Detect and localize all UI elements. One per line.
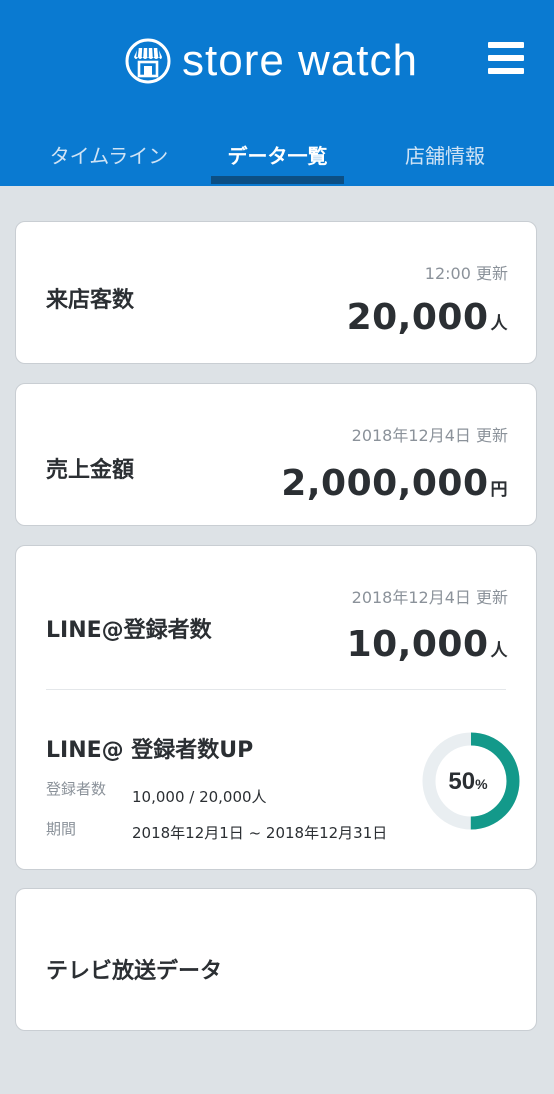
storefront-icon xyxy=(125,38,171,84)
count-value: 10,000 / 20,000人 xyxy=(132,788,267,806)
card-title: 来店客数 xyxy=(46,288,135,313)
period-label: 期間 xyxy=(46,820,77,838)
value-number: 10,000 xyxy=(346,624,489,665)
tv-broadcast-card[interactable]: テレビ放送データ xyxy=(15,888,537,1031)
value-number: 2,000,000 xyxy=(281,463,489,504)
visitor-count: 20,000 人 xyxy=(347,297,508,338)
line-subscribers-card[interactable]: LINE@登録者数 2018年12月4日 更新 10,000 人 LINE@ 登録… xyxy=(15,545,537,870)
sales-card[interactable]: 売上金額 2018年12月4日 更新 2,000,000 円 xyxy=(15,383,537,526)
progress-number: 50 xyxy=(448,768,475,795)
tab-timeline[interactable]: タイムライン xyxy=(40,140,178,186)
card-title: LINE@登録者数 xyxy=(46,618,212,643)
value-unit: 円 xyxy=(490,480,508,500)
campaign-title: LINE@ 登録者数UP xyxy=(46,738,254,763)
count-label: 登録者数 xyxy=(46,780,107,798)
card-title: テレビ放送データ xyxy=(46,959,223,984)
progress-unit: % xyxy=(475,776,488,792)
tab-store-info[interactable]: 店舗情報 xyxy=(386,140,504,186)
updated-time: 12:00 更新 xyxy=(424,264,508,283)
value-unit: 人 xyxy=(490,641,508,661)
svg-text:50%: 50% xyxy=(448,768,488,795)
app-title: store watch xyxy=(182,36,418,85)
subscriber-count: 10,000 人 xyxy=(347,624,508,665)
value-number: 20,000 xyxy=(346,297,489,338)
progress-donut: 50% xyxy=(422,732,520,830)
app-header: store watch タイムライン データ一覧 店舗情報 xyxy=(0,0,554,186)
active-tab-indicator xyxy=(211,176,344,184)
divider xyxy=(46,689,506,690)
value-unit: 人 xyxy=(490,314,508,334)
period-value: 2018年12月1日 ~ 2018年12月31日 xyxy=(132,824,388,842)
hamburger-menu-icon[interactable] xyxy=(488,42,524,74)
sales-amount: 2,000,000 円 xyxy=(281,463,508,504)
app-logo[interactable]: store watch xyxy=(124,36,418,86)
card-title: 売上金額 xyxy=(46,458,135,483)
updated-time: 2018年12月4日 更新 xyxy=(351,426,508,445)
updated-time: 2018年12月4日 更新 xyxy=(351,588,508,607)
visitors-card[interactable]: 来店客数 12:00 更新 20,000 人 xyxy=(15,221,537,364)
